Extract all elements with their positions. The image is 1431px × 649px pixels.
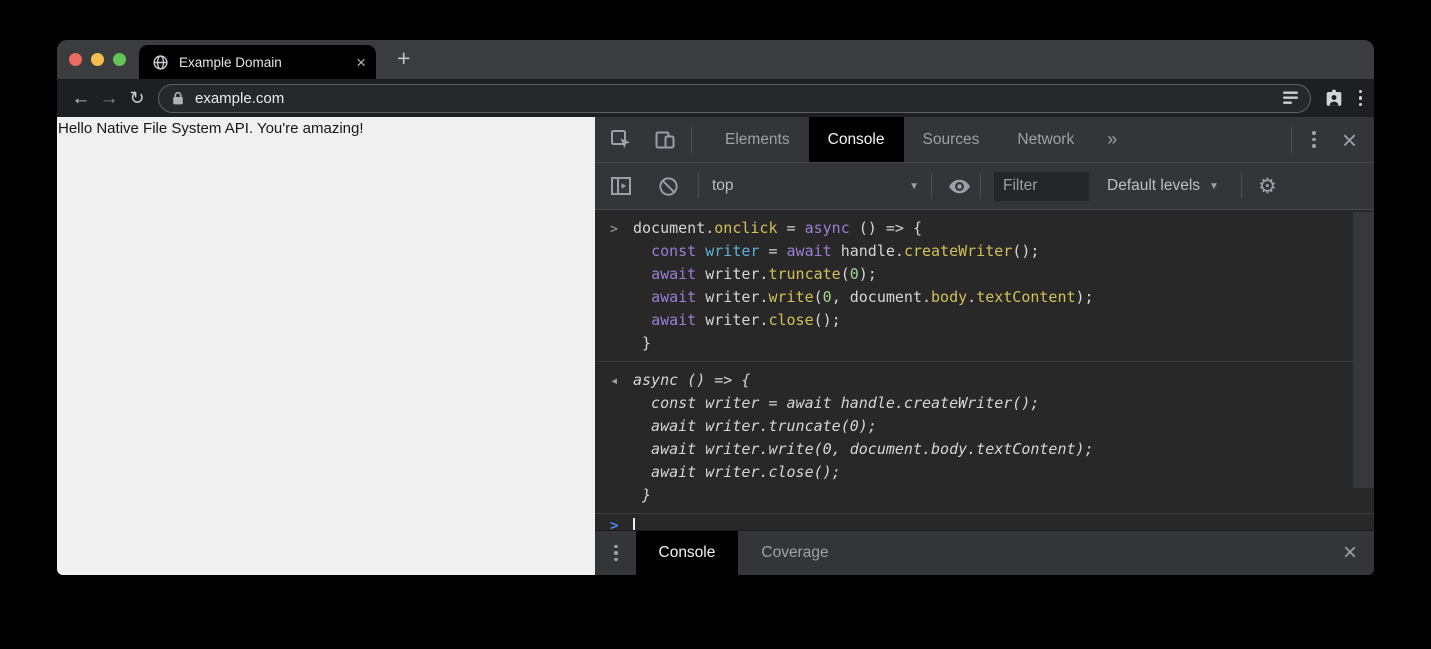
drawer-tab-coverage[interactable]: Coverage	[738, 531, 851, 575]
page-body-text: Hello Native File System API. You're ama…	[58, 120, 364, 137]
profile-avatar-icon[interactable]	[1323, 87, 1345, 109]
settings-gear-icon[interactable]: ⚙	[1258, 176, 1277, 197]
tab-network[interactable]: Network	[998, 117, 1093, 162]
code-line: async () => {	[633, 369, 1094, 392]
address-bar[interactable]: example.com	[158, 84, 1311, 113]
log-levels-value: Default levels	[1107, 177, 1200, 195]
drawer-menu-icon[interactable]	[614, 545, 618, 562]
devtools-main-tabs: ElementsConsoleSourcesNetwork	[706, 117, 1093, 162]
chevron-down-icon: ▼	[1209, 181, 1219, 192]
console-prompt-chevron-icon: >	[610, 515, 633, 530]
log-levels-selector[interactable]: Default levels ▼	[1107, 177, 1219, 195]
tab-console[interactable]: Console	[809, 117, 904, 162]
code-line: await writer.truncate(0);	[633, 415, 1094, 438]
context-selector[interactable]: top ▼	[699, 177, 931, 195]
code-line: }	[633, 332, 1094, 355]
tab-elements[interactable]: Elements	[706, 117, 809, 162]
back-button[interactable]: ←	[67, 89, 95, 108]
divider	[691, 127, 692, 153]
code-line: await writer.truncate(0);	[633, 263, 1094, 286]
reload-button[interactable]: ↻	[123, 89, 151, 107]
tab-close-icon[interactable]: ×	[356, 54, 366, 71]
minimize-window-button[interactable]	[91, 53, 104, 66]
drawer-tabs: ConsoleCoverage	[636, 531, 852, 575]
divider	[1241, 173, 1242, 199]
live-expression-eye-icon[interactable]	[947, 174, 972, 199]
web-page: Hello Native File System API. You're ama…	[57, 117, 595, 575]
code-line: await writer.close();	[633, 309, 1094, 332]
browser-tab[interactable]: Example Domain ×	[139, 45, 376, 79]
code-line: await writer.write(0, document.body.text…	[633, 286, 1094, 309]
devtools-close-icon[interactable]: ×	[1342, 127, 1357, 153]
console-result-code: async () => { const writer = await handl…	[633, 369, 1094, 507]
console-result-arrow-icon: ◂	[595, 369, 633, 507]
chevron-down-icon: ▼	[909, 181, 919, 192]
divider	[931, 173, 932, 199]
context-selector-value: top	[712, 177, 734, 195]
devtools-menu-icon[interactable]	[1312, 131, 1316, 148]
code-line: document.onclick = async () => {	[633, 217, 1094, 240]
window-controls	[57, 53, 139, 66]
device-toolbar-icon[interactable]	[653, 128, 677, 152]
console-command-message: > document.onclick = async () => { const…	[595, 210, 1374, 361]
content-area: Hello Native File System API. You're ama…	[57, 117, 1374, 575]
drawer-close-icon[interactable]: ×	[1343, 541, 1357, 565]
reading-list-icon[interactable]	[1283, 91, 1299, 105]
url-text: example.com	[195, 90, 1272, 107]
code-line: const writer = await handle.createWriter…	[633, 392, 1094, 415]
new-tab-button[interactable]: +	[397, 47, 410, 72]
lock-icon	[172, 91, 184, 106]
console-command-code: document.onclick = async () => { const w…	[633, 217, 1094, 355]
code-line: }	[633, 484, 1094, 507]
code-line: await writer.write(0, document.body.text…	[633, 438, 1094, 461]
browser-menu-icon[interactable]	[1359, 90, 1363, 107]
tab-sources[interactable]: Sources	[904, 117, 999, 162]
code-line: await writer.close();	[633, 461, 1094, 484]
drawer-tab-console[interactable]: Console	[636, 531, 739, 575]
code-line: const writer = await handle.createWriter…	[633, 240, 1094, 263]
tab-strip: Example Domain × +	[57, 40, 1374, 79]
divider	[980, 173, 981, 199]
console-messages[interactable]: > document.onclick = async () => { const…	[595, 210, 1374, 530]
forward-button[interactable]: →	[95, 89, 123, 108]
desktop-background: Example Domain × + ← → ↻ example.com	[0, 0, 1431, 649]
close-window-button[interactable]	[69, 53, 82, 66]
clear-console-icon[interactable]	[657, 175, 680, 198]
browser-toolbar: ← → ↻ example.com	[57, 79, 1374, 117]
console-input-chevron-icon: >	[595, 217, 633, 355]
tab-title: Example Domain	[179, 55, 346, 70]
more-tabs-icon[interactable]: »	[1107, 129, 1117, 150]
console-prompt[interactable]: >	[595, 513, 1374, 530]
console-result-message: ◂ async () => { const writer = await han…	[595, 361, 1374, 513]
favicon-globe-icon	[152, 54, 169, 71]
console-sidebar-icon[interactable]	[609, 174, 633, 198]
inspect-element-icon[interactable]	[609, 128, 633, 152]
browser-window: Example Domain × + ← → ↻ example.com	[57, 40, 1374, 575]
devtools-tab-bar: ElementsConsoleSourcesNetwork » ×	[595, 117, 1374, 163]
devtools-drawer: ConsoleCoverage ×	[595, 530, 1374, 575]
devtools-panel: ElementsConsoleSourcesNetwork » ×	[595, 117, 1374, 575]
filter-input[interactable]	[994, 172, 1089, 201]
toolbar-right-group	[1320, 87, 1363, 109]
scrollbar[interactable]	[1353, 212, 1374, 488]
console-toolbar: top ▼ Default levels	[595, 163, 1374, 210]
zoom-window-button[interactable]	[113, 53, 126, 66]
text-cursor	[633, 518, 635, 530]
divider	[1291, 127, 1292, 153]
